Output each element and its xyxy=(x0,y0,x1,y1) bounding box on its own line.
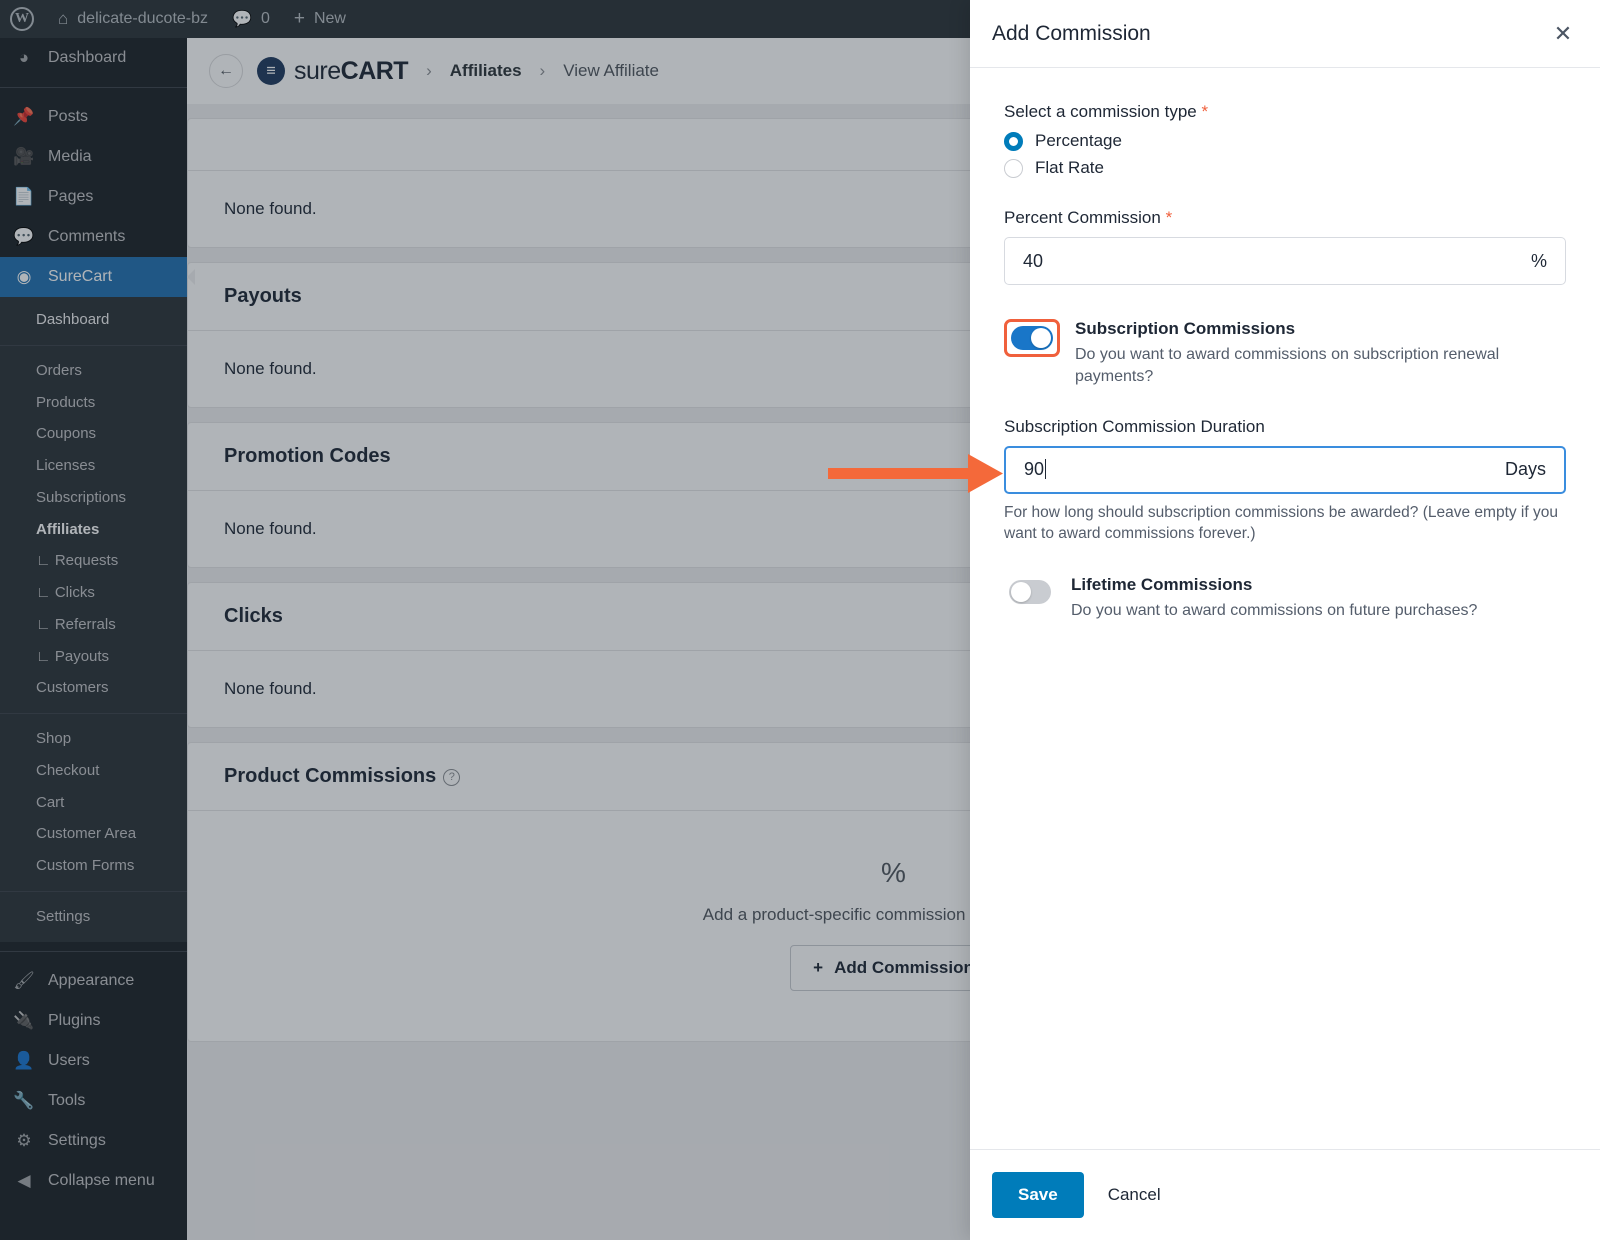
arrow-right-icon xyxy=(828,454,1003,493)
subscription-commission-duration-input[interactable]: 90 Days xyxy=(1004,445,1566,494)
lifetime-commissions-title: Lifetime Commissions xyxy=(1071,574,1253,594)
days-suffix: Days xyxy=(1504,459,1546,480)
radio-percentage-icon[interactable] xyxy=(1004,131,1023,151)
commission-type-fieldset: Select a commission type * Percentage Fl… xyxy=(1004,102,1566,178)
radio-flat-rate-label: Flat Rate xyxy=(1035,158,1104,177)
percent-suffix: % xyxy=(1530,250,1547,271)
lifetime-commissions-text: Lifetime Commissions Do you want to awar… xyxy=(1071,575,1477,622)
percent-commission-input[interactable]: 40 % xyxy=(1004,237,1566,285)
radio-flat-rate-icon[interactable] xyxy=(1004,158,1023,178)
subscription-duration-value: 90 xyxy=(1024,459,1045,480)
commission-type-label-text: Select a commission type xyxy=(1004,102,1197,121)
text-cursor xyxy=(1045,459,1047,480)
panel-footer: Save Cancel xyxy=(970,1149,1600,1240)
close-x-icon[interactable]: ✕ xyxy=(1548,19,1578,49)
annotation-arrow xyxy=(828,452,1008,503)
lifetime-commissions-row: Lifetime Commissions Do you want to awar… xyxy=(1004,575,1566,622)
screen-root: W ⌂ delicate-ducote-bz 💬 0 + New ◕ Dashb… xyxy=(0,0,1600,1240)
save-button[interactable]: Save xyxy=(992,1172,1084,1218)
subscription-commissions-row: Subscription Commissions Do you want to … xyxy=(1004,319,1566,389)
subscription-duration-value-wrap: 90 xyxy=(1024,459,1505,480)
subscription-commissions-description: Do you want to award commissions on subs… xyxy=(1075,346,1500,386)
subscription-commissions-text: Subscription Commissions Do you want to … xyxy=(1075,319,1505,389)
radio-option-percentage[interactable]: Percentage xyxy=(1004,131,1566,151)
lifetime-commissions-toggle-wrap xyxy=(1004,575,1056,609)
radio-option-flat-rate[interactable]: Flat Rate xyxy=(1004,158,1566,178)
percent-commission-label: Percent Commission * xyxy=(1004,208,1566,228)
subscription-duration-help-text: For how long should subscription commiss… xyxy=(1004,503,1558,543)
subscription-duration-label: Subscription Commission Duration xyxy=(1004,416,1265,436)
subscription-commissions-toggle[interactable] xyxy=(1011,326,1053,350)
subscription-commissions-toggle-highlight xyxy=(1004,319,1060,357)
cancel-button[interactable]: Cancel xyxy=(1094,1172,1175,1218)
required-marker: * xyxy=(1165,208,1173,227)
subscription-duration-fieldset: Subscription Commission Duration 90 Days… xyxy=(1004,417,1566,545)
panel-title: Add Commission xyxy=(992,21,1151,45)
toggle-knob xyxy=(1011,581,1031,602)
subscription-commissions-title: Subscription Commissions xyxy=(1075,319,1296,338)
lifetime-commissions-toggle[interactable] xyxy=(1009,579,1051,604)
radio-percentage-label: Percentage xyxy=(1035,131,1122,150)
panel-body: Select a commission type * Percentage Fl… xyxy=(970,68,1600,1149)
percent-commission-fieldset: Percent Commission * 40 % xyxy=(1004,208,1566,285)
required-marker: * xyxy=(1201,102,1209,121)
panel-header: Add Commission ✕ xyxy=(970,0,1600,68)
commission-type-label: Select a commission type * xyxy=(1004,102,1566,122)
percent-commission-label-text: Percent Commission xyxy=(1004,208,1161,227)
toggle-knob xyxy=(1031,328,1051,348)
add-commission-panel: Add Commission ✕ Select a commission typ… xyxy=(970,0,1600,1240)
lifetime-commissions-description: Do you want to award commissions on futu… xyxy=(1071,601,1478,619)
percent-commission-value: 40 xyxy=(1023,250,1044,271)
